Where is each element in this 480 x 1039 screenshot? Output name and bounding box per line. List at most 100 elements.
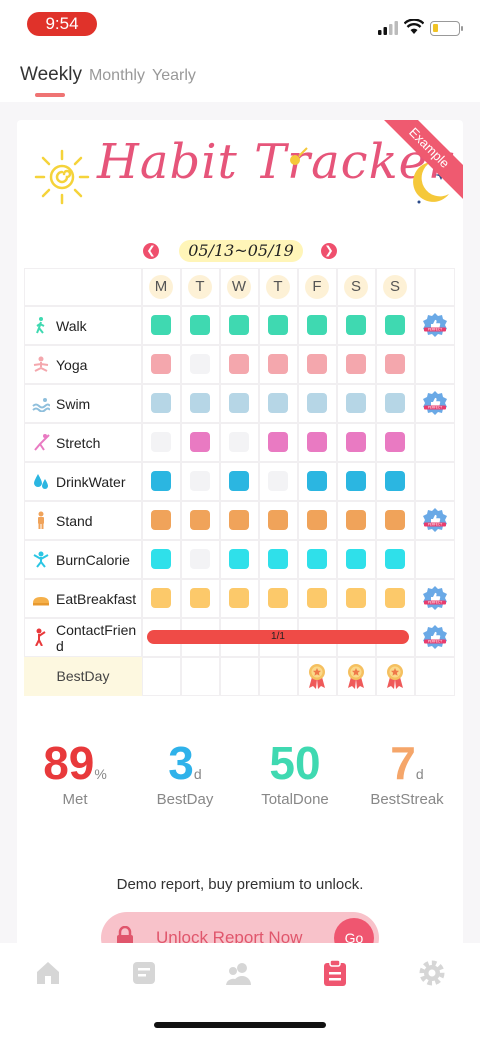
habit-day-drinkwater[interactable]	[385, 471, 405, 491]
habit-day-stand[interactable]	[229, 510, 249, 530]
grid-cell	[415, 345, 455, 384]
habit-day-stand[interactable]	[151, 510, 171, 530]
page-title: Habit Tracker	[97, 134, 452, 190]
habit-day-burncalorie[interactable]	[190, 549, 210, 569]
habit-day-walk[interactable]	[307, 315, 327, 335]
stat-bestday: 3d BestDay	[135, 735, 235, 808]
day-header: T	[266, 275, 290, 299]
habit-day-swim[interactable]	[346, 393, 366, 413]
day-header: S	[344, 275, 368, 299]
habit-day-stretch[interactable]	[346, 432, 366, 452]
grid-cell	[415, 423, 455, 462]
habit-day-eatbreakfast[interactable]	[346, 588, 366, 608]
habit-day-drinkwater[interactable]	[229, 471, 249, 491]
stat-met-label: Met	[62, 791, 88, 808]
tab-yearly[interactable]: Yearly	[152, 67, 196, 85]
habit-label-contactfriend[interactable]: ContactFriend	[56, 622, 140, 654]
grid-cell	[181, 657, 220, 696]
habit-day-eatbreakfast[interactable]	[385, 588, 405, 608]
habit-day-stretch[interactable]	[268, 432, 288, 452]
habit-day-eatbreakfast[interactable]	[268, 588, 288, 608]
habit-day-stand[interactable]	[190, 510, 210, 530]
habit-day-burncalorie[interactable]	[385, 549, 405, 569]
habit-day-burncalorie[interactable]	[151, 549, 171, 569]
day-header: F	[305, 275, 329, 299]
habit-label-drinkwater[interactable]: DrinkWater	[56, 474, 140, 490]
habit-day-yoga[interactable]	[229, 354, 249, 374]
svg-text:PERFECT: PERFECT	[428, 523, 442, 527]
habit-day-stretch[interactable]	[307, 432, 327, 452]
day-header: T	[188, 275, 212, 299]
settings-icon[interactable]	[418, 959, 446, 987]
habit-label-stretch[interactable]: Stretch	[56, 435, 140, 451]
habit-day-eatbreakfast[interactable]	[229, 588, 249, 608]
home-indicator	[154, 1022, 326, 1028]
habit-day-burncalorie[interactable]	[268, 549, 288, 569]
home-icon[interactable]	[34, 959, 62, 987]
habit-day-walk[interactable]	[229, 315, 249, 335]
habit-day-swim[interactable]	[385, 393, 405, 413]
habit-day-stand[interactable]	[268, 510, 288, 530]
habit-day-burncalorie[interactable]	[346, 549, 366, 569]
habit-day-eatbreakfast[interactable]	[307, 588, 327, 608]
stat-totaldone-value: 50	[269, 737, 321, 789]
habit-day-burncalorie[interactable]	[229, 549, 249, 569]
habit-day-drinkwater[interactable]	[346, 471, 366, 491]
habit-day-yoga[interactable]	[385, 354, 405, 374]
habit-day-walk[interactable]	[385, 315, 405, 335]
habit-label-yoga[interactable]: Yoga	[56, 357, 140, 373]
habit-day-stand[interactable]	[385, 510, 405, 530]
habit-label-swim[interactable]: Swim	[56, 396, 140, 412]
habit-label-stand[interactable]: Stand	[56, 513, 140, 529]
habit-day-swim[interactable]	[268, 393, 288, 413]
tab-weekly[interactable]: Weekly	[20, 64, 82, 86]
tab-monthly[interactable]: Monthly	[89, 67, 145, 85]
habit-day-yoga[interactable]	[346, 354, 366, 374]
habit-day-swim[interactable]	[229, 393, 249, 413]
bestday-label: BestDay	[24, 657, 142, 696]
report-icon[interactable]	[321, 959, 349, 987]
habit-day-eatbreakfast[interactable]	[190, 588, 210, 608]
prev-week-button[interactable]: ❮	[143, 243, 159, 259]
habit-day-yoga[interactable]	[190, 354, 210, 374]
habit-day-stretch[interactable]	[151, 432, 171, 452]
habit-day-yoga[interactable]	[268, 354, 288, 374]
habit-day-walk[interactable]	[268, 315, 288, 335]
habit-label-burncalorie[interactable]: BurnCalorie	[56, 552, 140, 568]
habit-label-walk[interactable]: Walk	[56, 318, 140, 334]
notes-icon[interactable]	[130, 959, 158, 987]
grid-cell	[220, 657, 259, 696]
habit-day-drinkwater[interactable]	[151, 471, 171, 491]
stat-bestday-unit: d	[193, 766, 202, 782]
habit-label-eatbreakfast[interactable]: EatBreakfast	[56, 591, 140, 607]
habit-day-swim[interactable]	[151, 393, 171, 413]
svg-text:PERFECT: PERFECT	[428, 406, 442, 410]
stretch-icon	[34, 434, 50, 451]
habit-day-walk[interactable]	[346, 315, 366, 335]
habit-day-drinkwater[interactable]	[307, 471, 327, 491]
stat-met: 89% Met	[25, 735, 125, 808]
habit-day-yoga[interactable]	[151, 354, 171, 374]
habit-day-burncalorie[interactable]	[307, 549, 327, 569]
friends-icon[interactable]	[225, 959, 253, 987]
svg-text:PERFECT: PERFECT	[428, 328, 442, 332]
habit-day-stretch[interactable]	[385, 432, 405, 452]
signal-icon	[378, 21, 398, 35]
habit-day-drinkwater[interactable]	[268, 471, 288, 491]
stat-met-value: 89	[43, 737, 95, 789]
habit-day-stand[interactable]	[307, 510, 327, 530]
habit-day-stand[interactable]	[346, 510, 366, 530]
habit-day-stretch[interactable]	[190, 432, 210, 452]
yoga-icon	[33, 356, 49, 372]
habit-day-eatbreakfast[interactable]	[151, 588, 171, 608]
sun-icon	[34, 149, 90, 205]
habit-day-drinkwater[interactable]	[190, 471, 210, 491]
habit-day-swim[interactable]	[190, 393, 210, 413]
habit-grid: M T W T F S S Walk PERFECT Yoga Swim PERFECT Stretch…	[24, 268, 455, 696]
next-week-button[interactable]: ❯	[321, 243, 337, 259]
habit-day-yoga[interactable]	[307, 354, 327, 374]
habit-day-walk[interactable]	[151, 315, 171, 335]
habit-day-walk[interactable]	[190, 315, 210, 335]
habit-day-stretch[interactable]	[229, 432, 249, 452]
habit-day-swim[interactable]	[307, 393, 327, 413]
